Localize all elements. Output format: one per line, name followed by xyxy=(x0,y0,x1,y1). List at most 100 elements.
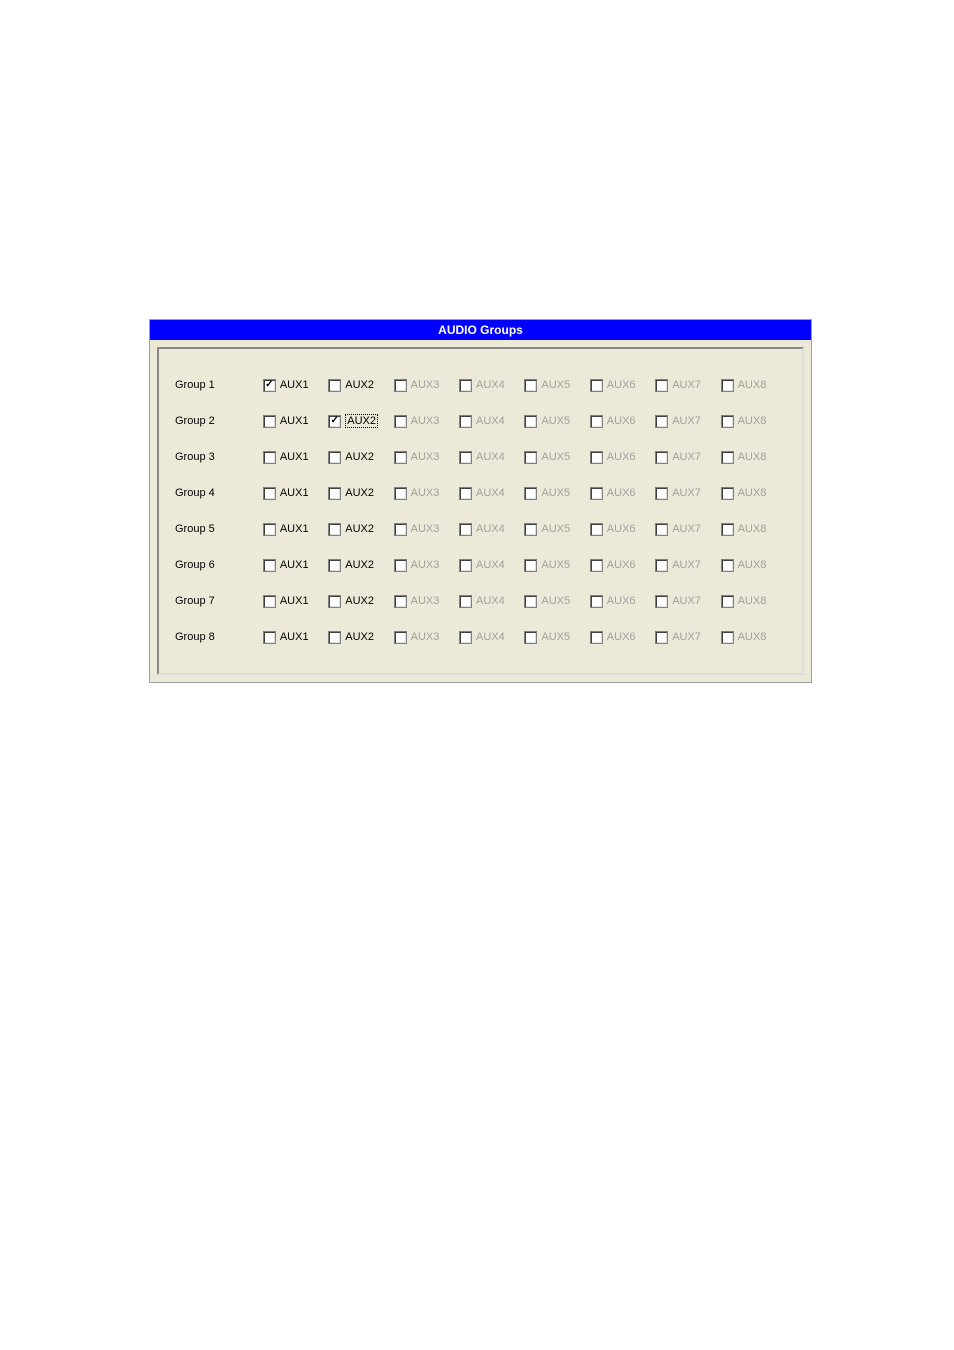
aux-label[interactable]: AUX1 xyxy=(280,415,309,427)
group-row: Group 8AUX1AUX2AUX3AUX4AUX5AUX6AUX7AUX8 xyxy=(175,619,786,655)
aux-label: AUX7 xyxy=(672,595,701,607)
aux-checkbox[interactable] xyxy=(328,379,341,392)
aux-cell: AUX8 xyxy=(721,631,786,644)
group-label: Group 4 xyxy=(175,487,263,499)
aux-checkbox[interactable] xyxy=(263,451,276,464)
aux-cell: AUX5 xyxy=(524,487,589,500)
aux-checkbox xyxy=(721,523,734,536)
aux-checkbox xyxy=(394,487,407,500)
aux-label: AUX3 xyxy=(411,379,440,391)
aux-label[interactable]: AUX1 xyxy=(280,559,309,571)
group-row: Group 7AUX1AUX2AUX3AUX4AUX5AUX6AUX7AUX8 xyxy=(175,583,786,619)
aux-label: AUX7 xyxy=(672,559,701,571)
aux-checkbox xyxy=(655,451,668,464)
group-label: Group 3 xyxy=(175,451,263,463)
aux-checkbox xyxy=(655,559,668,572)
aux-cell: AUX8 xyxy=(721,523,786,536)
aux-label[interactable]: AUX2 xyxy=(345,523,374,535)
aux-checkbox[interactable] xyxy=(263,595,276,608)
aux-label[interactable]: AUX2 xyxy=(345,414,378,428)
aux-label: AUX5 xyxy=(541,559,570,571)
aux-checkbox xyxy=(524,451,537,464)
aux-label[interactable]: AUX2 xyxy=(345,559,374,571)
aux-checkbox xyxy=(721,415,734,428)
aux-checkbox[interactable] xyxy=(328,415,341,428)
aux-label: AUX5 xyxy=(541,451,570,463)
group-label: Group 5 xyxy=(175,523,263,535)
aux-cell: AUX5 xyxy=(524,631,589,644)
aux-cell: AUX7 xyxy=(655,415,720,428)
aux-cell: AUX4 xyxy=(459,487,524,500)
aux-checkbox[interactable] xyxy=(328,523,341,536)
aux-label: AUX6 xyxy=(607,415,636,427)
aux-cell: AUX7 xyxy=(655,631,720,644)
panel-title: AUDIO Groups xyxy=(150,320,811,340)
aux-label[interactable]: AUX2 xyxy=(345,487,374,499)
aux-label[interactable]: AUX2 xyxy=(345,595,374,607)
aux-label: AUX8 xyxy=(738,487,767,499)
aux-label: AUX8 xyxy=(738,595,767,607)
aux-cell: AUX7 xyxy=(655,451,720,464)
aux-checkbox[interactable] xyxy=(328,451,341,464)
aux-label: AUX6 xyxy=(607,523,636,535)
aux-label: AUX8 xyxy=(738,379,767,391)
aux-label[interactable]: AUX1 xyxy=(280,487,309,499)
aux-checkbox[interactable] xyxy=(328,631,341,644)
aux-checkbox[interactable] xyxy=(263,559,276,572)
group-label: Group 1 xyxy=(175,379,263,391)
aux-checkbox[interactable] xyxy=(263,523,276,536)
aux-cell: AUX8 xyxy=(721,595,786,608)
aux-cell: AUX3 xyxy=(394,559,459,572)
aux-checkbox xyxy=(459,379,472,392)
aux-label: AUX8 xyxy=(738,559,767,571)
aux-checkbox xyxy=(590,595,603,608)
aux-cell: AUX1 xyxy=(263,523,328,536)
aux-checkbox xyxy=(590,379,603,392)
aux-label: AUX8 xyxy=(738,451,767,463)
aux-checkbox xyxy=(459,487,472,500)
aux-checkbox[interactable] xyxy=(263,487,276,500)
aux-label[interactable]: AUX1 xyxy=(280,451,309,463)
aux-label: AUX4 xyxy=(476,487,505,499)
aux-checkbox xyxy=(590,451,603,464)
aux-label: AUX8 xyxy=(738,523,767,535)
aux-checkbox xyxy=(590,415,603,428)
aux-cell: AUX7 xyxy=(655,379,720,392)
aux-checkbox xyxy=(524,487,537,500)
aux-checkbox[interactable] xyxy=(263,415,276,428)
aux-checkbox xyxy=(524,595,537,608)
aux-checkbox[interactable] xyxy=(263,631,276,644)
aux-label[interactable]: AUX2 xyxy=(345,379,374,391)
aux-cell: AUX5 xyxy=(524,595,589,608)
aux-label[interactable]: AUX1 xyxy=(280,631,309,643)
aux-checkbox xyxy=(655,379,668,392)
aux-label[interactable]: AUX1 xyxy=(280,595,309,607)
aux-checkbox[interactable] xyxy=(328,487,341,500)
aux-checkbox xyxy=(655,631,668,644)
aux-checkbox[interactable] xyxy=(328,595,341,608)
aux-cell: AUX8 xyxy=(721,487,786,500)
aux-label: AUX7 xyxy=(672,631,701,643)
aux-checkbox xyxy=(394,559,407,572)
aux-checkbox xyxy=(524,559,537,572)
aux-label[interactable]: AUX1 xyxy=(280,379,309,391)
aux-label[interactable]: AUX2 xyxy=(345,451,374,463)
aux-label[interactable]: AUX2 xyxy=(345,631,374,643)
aux-checkbox xyxy=(459,415,472,428)
group-label: Group 7 xyxy=(175,595,263,607)
aux-checkbox xyxy=(524,631,537,644)
aux-cell: AUX1 xyxy=(263,415,328,428)
aux-checkbox[interactable] xyxy=(328,559,341,572)
aux-label: AUX6 xyxy=(607,487,636,499)
aux-cell: AUX6 xyxy=(590,631,655,644)
aux-checkbox[interactable] xyxy=(263,379,276,392)
aux-checkbox xyxy=(721,559,734,572)
aux-cell: AUX1 xyxy=(263,595,328,608)
aux-label[interactable]: AUX1 xyxy=(280,523,309,535)
aux-label: AUX7 xyxy=(672,523,701,535)
aux-label: AUX3 xyxy=(411,451,440,463)
aux-label: AUX4 xyxy=(476,451,505,463)
aux-cell: AUX2 xyxy=(328,379,393,392)
aux-cell: AUX1 xyxy=(263,631,328,644)
aux-cell: AUX4 xyxy=(459,379,524,392)
